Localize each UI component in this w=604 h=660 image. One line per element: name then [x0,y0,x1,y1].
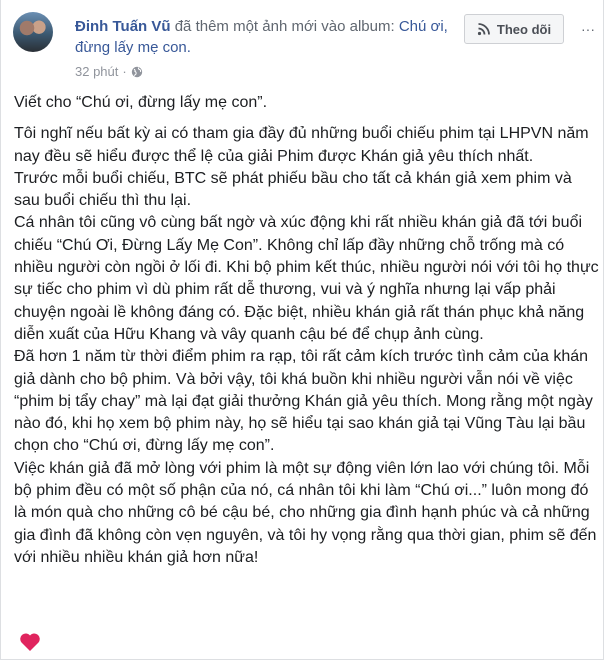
post-paragraph: Trước mỗi buổi chiếu, BTC sẽ phát phiếu … [14,169,572,210]
timestamp-link[interactable]: 32 phút [75,64,118,79]
meta-separator: · [122,64,127,79]
author-avatar[interactable] [13,12,53,52]
post-meta: 32 phút · [75,64,143,79]
heart-icon [19,632,41,652]
post-paragraph: Tôi nghĩ nếu bất kỳ ai có tham gia đầy đ… [14,125,589,165]
more-options-button[interactable]: ··· [576,14,600,44]
post-body: Viết cho “Chú ơi, đừng lấy mẹ con”. Tôi … [14,92,600,569]
post-paragraph: Đã hơn 1 năm từ thời điểm phim ra rạp, t… [14,348,593,455]
post-paragraph: Việc khán giả đã mở lòng với phim là một… [14,459,597,566]
action-text: đã thêm một ảnh mới vào album: [170,18,399,35]
author-name-link[interactable]: Đinh Tuấn Vũ [75,18,171,35]
post-header-text: Đinh Tuấn Vũ đã thêm một ảnh mới vào alb… [75,16,455,58]
globe-icon[interactable] [131,66,143,78]
feed-post: Đinh Tuấn Vũ đã thêm một ảnh mới vào alb… [0,0,604,660]
post-header: Đinh Tuấn Vũ đã thêm một ảnh mới vào alb… [1,0,604,88]
post-intro: Viết cho “Chú ơi, đừng lấy mẹ con”. [14,94,268,111]
follow-button[interactable]: Theo dõi [464,14,564,44]
follow-button-label: Theo dõi [496,21,552,37]
rss-icon [477,22,491,36]
post-paragraph: Cá nhân tôi cũng vô cùng bất ngờ và xúc … [14,214,599,343]
